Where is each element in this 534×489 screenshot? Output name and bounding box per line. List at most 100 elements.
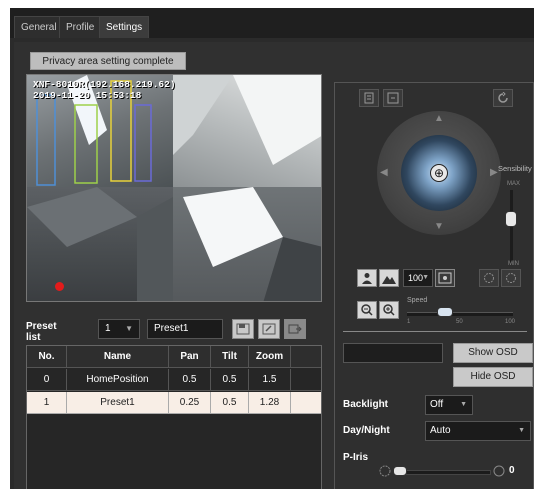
header-tilt: Tilt xyxy=(211,346,249,368)
landscape-icon xyxy=(382,276,396,284)
zoom-value: 100 xyxy=(408,273,424,283)
focus-far-button[interactable] xyxy=(501,269,521,287)
sensibility-slider-knob[interactable] xyxy=(505,211,517,227)
header-name: Name xyxy=(67,346,169,368)
ptz-joystick[interactable]: ▲ ▼ ◀ ▶ ⊕ xyxy=(377,111,501,235)
show-osd-button[interactable]: Show OSD xyxy=(453,343,533,363)
speed-label: Speed xyxy=(407,297,428,304)
zoom-out-icon xyxy=(361,304,373,316)
zoom-value-select[interactable]: 100 ▼ xyxy=(403,269,433,287)
speed-min-label: 1 xyxy=(407,319,411,325)
backlight-label: Backlight xyxy=(343,399,389,410)
daynight-value: Auto xyxy=(430,425,451,436)
video-scene-4 xyxy=(183,187,321,301)
document-icon-button[interactable] xyxy=(359,89,379,107)
cell-zoom: 1.5 xyxy=(249,369,291,391)
privacy-area-button[interactable]: Privacy area setting complete xyxy=(30,52,186,70)
table-row[interactable]: 0 HomePosition 0.5 0.5 1.5 xyxy=(27,369,321,391)
osd-text-input[interactable] xyxy=(343,343,443,363)
camera-model-overlay: XNF-8010R(192.168.219.62) xyxy=(33,79,176,90)
sens-min-label: MIN xyxy=(508,261,519,267)
arrow-up-icon[interactable]: ▲ xyxy=(434,113,444,124)
sens-max-label: MAX xyxy=(507,181,521,187)
cell-name: HomePosition xyxy=(67,369,169,391)
chevron-down-icon: ▼ xyxy=(518,427,525,434)
focus-near-button[interactable] xyxy=(479,269,499,287)
document-icon xyxy=(364,92,374,104)
export-icon-button[interactable] xyxy=(383,89,403,107)
table-row[interactable]: 1 Preset1 0.25 0.5 1.28 xyxy=(27,392,321,414)
hide-osd-button[interactable]: Hide OSD xyxy=(453,367,533,387)
edit-preset-icon xyxy=(262,323,276,335)
cell-pan: 0.5 xyxy=(169,369,211,391)
tab-profile[interactable]: Profile xyxy=(59,16,102,38)
cell-zoom: 1.28 xyxy=(249,392,291,414)
save-preset-icon xyxy=(236,323,250,335)
chevron-down-icon: ▼ xyxy=(125,324,133,333)
header-no: No. xyxy=(27,346,67,368)
joystick-knob-icon[interactable]: ⊕ xyxy=(430,164,448,182)
zoom-in-icon xyxy=(383,304,395,316)
arrow-right-icon[interactable]: ▶ xyxy=(490,167,498,178)
backlight-select[interactable]: Off ▼ xyxy=(425,395,473,415)
piris-value: 0 xyxy=(509,465,515,476)
refresh-icon xyxy=(498,92,508,103)
focus-near-icon xyxy=(484,273,494,283)
piris-label: P-Iris xyxy=(343,452,369,463)
preset-goto-button[interactable] xyxy=(284,319,306,339)
arrow-left-icon[interactable]: ◀ xyxy=(380,167,388,178)
record-indicator xyxy=(55,282,64,291)
refresh-icon-button[interactable] xyxy=(493,89,513,107)
video-quad-3 xyxy=(27,187,173,301)
ptz-panel: ▲ ▼ ◀ ▶ ⊕ Sensibility MAX MIN 100 ▼ Spee… xyxy=(334,82,534,489)
preset-number-select[interactable]: 1 ▼ xyxy=(98,319,140,339)
backlight-value: Off xyxy=(430,399,444,410)
cell-name: Preset1 xyxy=(67,392,169,414)
chevron-down-icon: ▼ xyxy=(422,274,429,281)
cell-no: 0 xyxy=(27,369,67,391)
cell-spacer xyxy=(291,392,321,414)
preset-number-value: 1 xyxy=(105,323,111,334)
chevron-down-icon: ▼ xyxy=(460,401,467,408)
video-quad-2 xyxy=(173,75,321,187)
header-spacer xyxy=(291,346,321,368)
speed-slider-knob[interactable] xyxy=(437,307,453,317)
cell-pan: 0.25 xyxy=(169,392,211,414)
preset-name-value: Preset1 xyxy=(154,323,189,334)
preset-table: No. Name Pan Tilt Zoom 0 HomePosition 0.… xyxy=(26,345,322,489)
video-scene-2 xyxy=(173,75,321,165)
settings-window: General Profile Settings Privacy area se… xyxy=(10,8,534,489)
preset-name-input[interactable]: Preset1 xyxy=(147,319,223,339)
timestamp-overlay: 2019-11-20 15:53:18 xyxy=(33,90,142,101)
focus-far-icon xyxy=(506,273,516,283)
settings-content: Privacy area setting complete XNF-8010R(… xyxy=(14,42,534,489)
cell-tilt: 0.5 xyxy=(211,392,249,414)
video-preview[interactable]: XNF-8010R(192.168.219.62) 2019-11-20 15:… xyxy=(26,74,322,302)
daynight-select[interactable]: Auto ▼ xyxy=(425,421,531,441)
fit-screen-button[interactable] xyxy=(435,269,455,287)
joystick-lens: ⊕ xyxy=(401,135,477,211)
arrow-down-icon[interactable]: ▼ xyxy=(434,221,444,232)
person-button[interactable] xyxy=(357,269,377,287)
sensibility-label: Sensibility xyxy=(498,164,532,173)
tab-settings[interactable]: Settings xyxy=(99,16,150,38)
piris-slider-track[interactable] xyxy=(397,470,491,475)
speed-max-label: 100 xyxy=(505,319,516,325)
preset-save-button[interactable] xyxy=(232,319,254,339)
speed-mid-label: 50 xyxy=(456,319,463,325)
speed-slider-track[interactable] xyxy=(407,312,513,316)
cell-tilt: 0.5 xyxy=(211,369,249,391)
piris-slider-knob[interactable] xyxy=(393,466,407,476)
person-icon xyxy=(362,273,372,284)
landscape-button[interactable] xyxy=(379,269,399,287)
goto-preset-icon xyxy=(288,324,302,334)
tab-general[interactable]: General xyxy=(14,16,64,38)
zoom-out-button[interactable] xyxy=(357,301,377,319)
preset-list-label: Preset list xyxy=(26,321,57,343)
cell-no: 1 xyxy=(27,392,67,414)
iris-open-icon xyxy=(493,465,505,480)
preset-edit-button[interactable] xyxy=(258,319,280,339)
video-quad-4 xyxy=(173,187,321,301)
zoom-in-button[interactable] xyxy=(379,301,399,319)
divider xyxy=(343,331,527,332)
